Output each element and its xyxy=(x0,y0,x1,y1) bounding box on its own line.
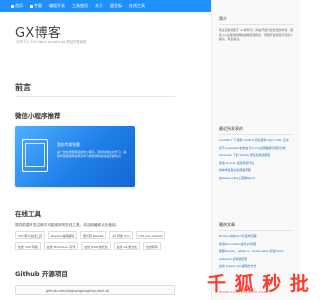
recent-post-link[interactable]: Windows 下的 SQLite 安装和基础使用 xyxy=(219,153,294,157)
widget-divider xyxy=(219,24,294,26)
hot-post-link[interactable]: webpack 的基础配置 xyxy=(219,257,294,261)
nav-item-label: 关于 xyxy=(95,3,103,8)
nav-item-tools-usage[interactable]: 工具使用 xyxy=(72,3,88,9)
miniprogram-card-title: 我的专属答题 xyxy=(57,142,80,147)
github-repo-link[interactable]: github.com/sieguangxing/mp-mini-cli xyxy=(15,285,175,295)
recent-post-link[interactable]: 使用 Docker 搭建项目环境 xyxy=(219,161,294,165)
brand-wordmark-accent: 批 xyxy=(289,273,310,295)
miniprogram-card-desc: 是一款在线刷题答题的小程序，随时随地在线学习，提供丰富的题库资源及学习视频帮助您… xyxy=(57,150,127,158)
recent-post-link[interactable]: 基于puppeteer的爬虫与dump全网数据可视化分析 xyxy=(219,146,294,150)
miniprogram-card[interactable]: 我的专属答题 是一款在线刷题答题的小程序，随时随地在线学习，提供丰富的题库资源及… xyxy=(15,126,135,187)
nav-item-about[interactable]: 关于 xyxy=(95,3,103,9)
hot-posts-list: Node.js中的npm包发布流程 使用SourceTree进行git管理 教程… xyxy=(219,234,294,268)
tools-heading: 在线工具 xyxy=(15,210,41,218)
tool-link[interactable]: 在线转码 xyxy=(143,242,161,250)
brand-watermark: 千 狐 秒 批 WWW.QIANHUMIAOPI.COM xyxy=(207,268,309,295)
tool-link[interactable]: 图片转 Base64 xyxy=(80,231,107,239)
recent-post-link[interactable]: 在Kubernetes上部署Nginx xyxy=(219,176,294,180)
home-icon xyxy=(11,4,14,8)
tool-link[interactable]: html转义在线工具 xyxy=(15,231,45,239)
phone-icon xyxy=(22,139,48,172)
miniprogram-heading: 微信小程序推荐 xyxy=(15,112,61,120)
preface-heading: 前言 xyxy=(15,83,31,92)
tool-link[interactable]: CSS box-shadow xyxy=(135,231,166,239)
sidebar-recent-posts: 最近所发表的 CentOS 7 下使用 Certbot 自动更新 Nginx S… xyxy=(219,126,294,183)
nav-item-guestbook[interactable]: 留言板 xyxy=(110,3,122,9)
nav-item-label: 首页 xyxy=(15,3,23,8)
sidebar-hot-posts: 最热文章 Node.js中的npm包发布流程 使用SourceTree进行git… xyxy=(219,222,294,272)
hot-post-link[interactable]: Node.js中的npm包发布流程 xyxy=(219,234,294,238)
tool-link[interactable]: PX 转换 rem xyxy=(109,231,133,239)
nav-item-label: 工具使用 xyxy=(72,3,88,8)
nav-item-label: 编程开发 xyxy=(49,3,65,8)
phone-screen xyxy=(25,143,45,167)
widget-divider xyxy=(219,230,294,232)
widget-divider xyxy=(219,134,294,136)
hot-post-link[interactable]: 教程Docker、gitlab-ci、Kubernetes 配合CI/CD xyxy=(219,249,294,253)
tool-link[interactable]: 在线 Markdown 写作 xyxy=(43,242,79,250)
tools-description: 提供前端开发过程中可能用到的在线工具，欢迎收藏和点击使用。 xyxy=(15,223,120,227)
nav-item-online-tools[interactable]: 在线工具 xyxy=(129,3,145,9)
sidebar-intro: 简介 博主目前就职于 AI 软件司，网站开发与优化经验丰富，留给 AI 全面建构… xyxy=(219,16,294,41)
nav-item-label: 留言板 xyxy=(110,3,122,8)
recent-posts-list: CentOS 7 下使用 Certbot 自动更新 Nginx SSL 证书 基… xyxy=(219,138,294,180)
nav-item-home[interactable]: 首页 xyxy=(11,3,23,9)
recent-post-link[interactable]: CentOS 7 下使用 Certbot 自动更新 Nginx SSL 证书 xyxy=(219,138,294,142)
nav-item-label: 专题 xyxy=(34,3,42,8)
site-subtitle: 分享个人 Full-Stack JavaScript 项目开发经验 xyxy=(16,40,87,44)
tool-link[interactable]: 在线 JSON 格式化 xyxy=(81,242,111,250)
topic-icon xyxy=(30,4,33,8)
nav-item-topics[interactable]: 专题 xyxy=(30,3,42,9)
hot-post-link[interactable]: 使用SourceTree进行git管理 xyxy=(219,242,294,246)
brand-url: WWW.QIANHUMIAOPI.COM xyxy=(219,290,268,294)
nav-item-dev[interactable]: 编程开发 xyxy=(49,3,65,9)
intro-body: 博主目前就职于 AI 软件司，网站开发与优化经验丰富，留给 AI 全面建构网站前… xyxy=(219,28,294,41)
divider xyxy=(15,96,175,97)
tool-link[interactable]: 在线 sql 格式化 xyxy=(113,242,141,250)
github-heading: Github 开源项目 xyxy=(15,270,68,278)
recent-post-link[interactable]: 简单学会自动化部署流程 xyxy=(219,168,294,172)
tool-link[interactable]: 在线 md5 转换 xyxy=(15,242,41,250)
tool-link[interactable]: Base64 编码解码 xyxy=(47,231,78,239)
nav-item-label: 在线工具 xyxy=(129,3,145,8)
tools-grid: html转义在线工具 Base64 编码解码 图片转 Base64 PX 转换 … xyxy=(15,231,175,250)
